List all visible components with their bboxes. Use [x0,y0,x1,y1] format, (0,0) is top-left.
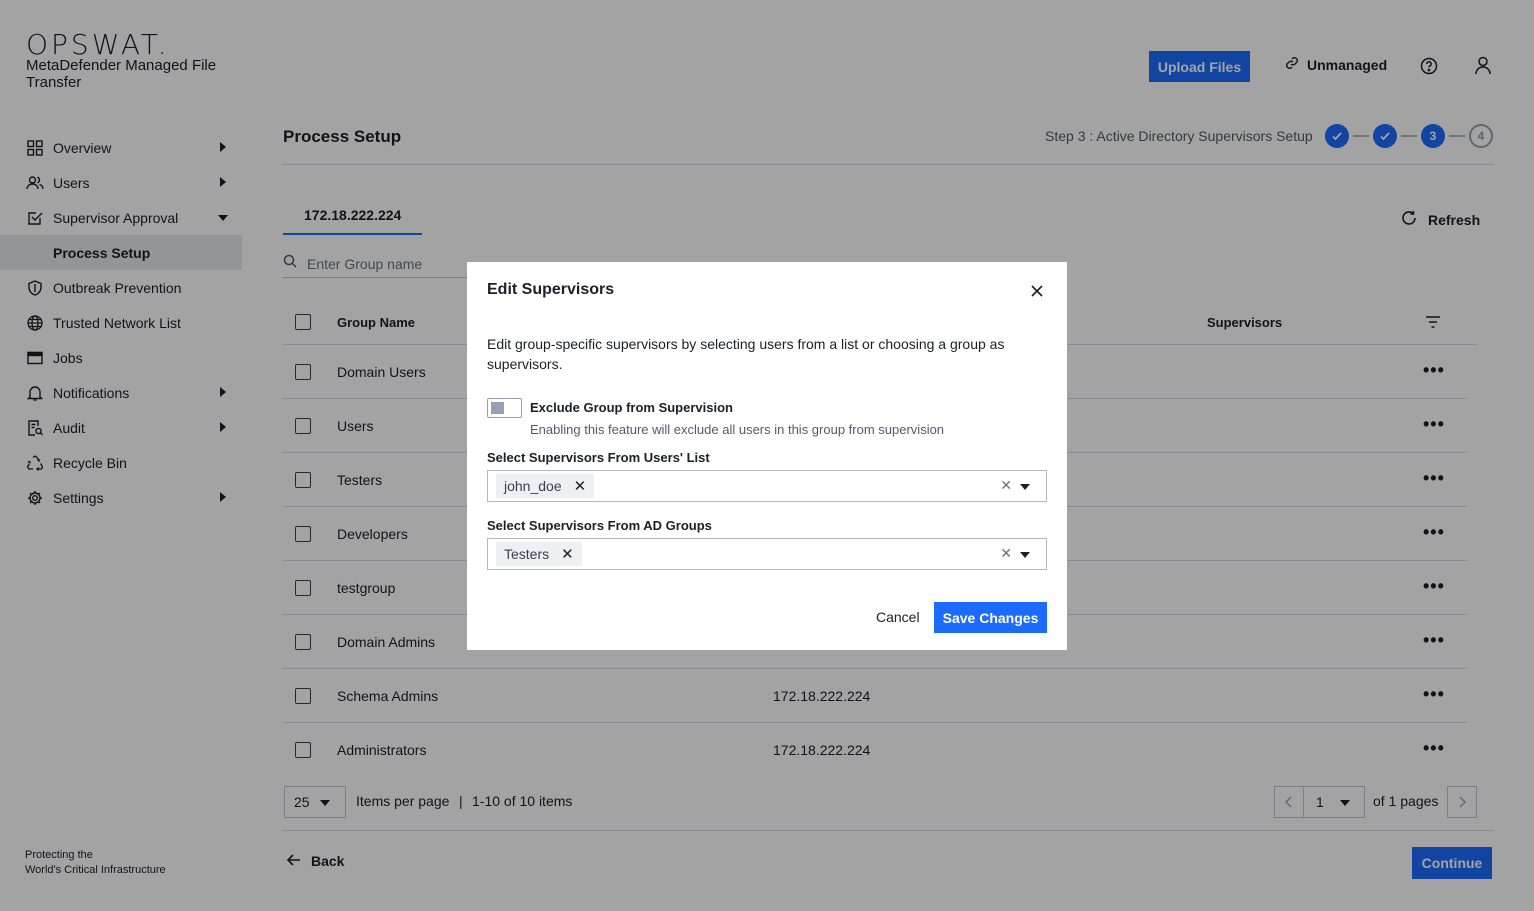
users-field-label: Select Supervisors From Users' List [487,450,710,465]
cancel-button[interactable]: Cancel [876,609,920,625]
groups-field-label: Select Supervisors From AD Groups [487,518,712,533]
edit-supervisors-dialog: Edit Supervisors Edit group-specific sup… [467,262,1067,650]
remove-chip-icon[interactable]: ✕ [574,477,587,495]
toggle-help-text: Enabling this feature will exclude all u… [530,422,945,437]
chevron-down-icon[interactable] [1020,552,1030,558]
dialog-description: Edit group-specific supervisors by selec… [487,336,1005,372]
toggle-knob [491,402,504,414]
clear-icon[interactable]: ✕ [1000,545,1012,562]
selected-group-chip: Testers ✕ [496,542,582,566]
chevron-down-icon[interactable] [1020,484,1030,490]
selected-user-chip: john_doe ✕ [496,474,595,498]
toggle-label: Exclude Group from Supervision [530,400,733,415]
remove-chip-icon[interactable]: ✕ [561,545,574,563]
dialog-title: Edit Supervisors [487,281,615,298]
exclude-group-toggle[interactable] [487,398,522,418]
close-icon[interactable] [1028,282,1046,300]
groups-multiselect[interactable]: Testers ✕ ✕ [487,538,1047,570]
clear-icon[interactable]: ✕ [1000,477,1012,494]
users-multiselect[interactable]: john_doe ✕ ✕ [487,470,1047,502]
save-changes-button[interactable]: Save Changes [934,602,1047,633]
